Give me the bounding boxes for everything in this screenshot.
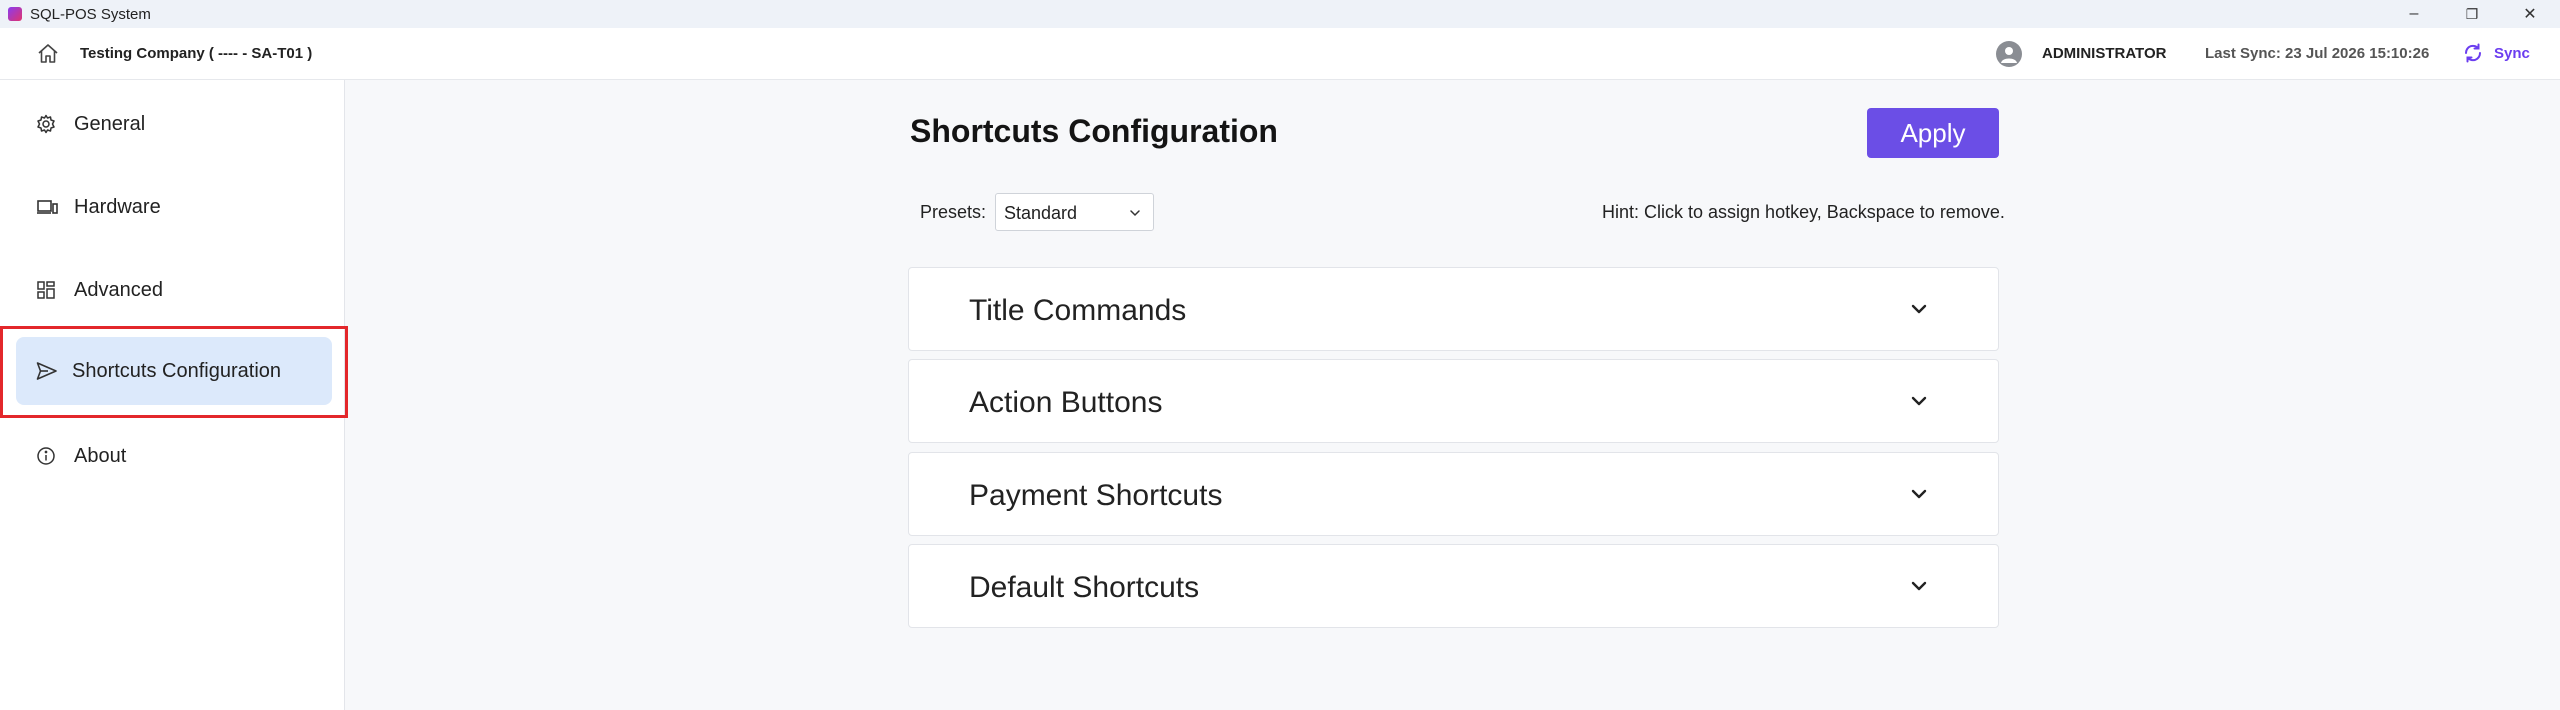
sidebar-item-label: Hardware — [74, 195, 161, 218]
window-title: SQL-POS System — [30, 6, 151, 23]
chevron-down-icon[interactable] — [1908, 575, 1930, 597]
app-logo-icon — [8, 7, 22, 21]
sidebar-item-advanced[interactable]: Advanced — [16, 256, 332, 324]
close-button[interactable]: ✕ — [2502, 0, 2558, 28]
restore-icon: ❐ — [2465, 5, 2479, 22]
laptop-icon — [36, 197, 58, 217]
section-action-buttons[interactable]: Action Buttons — [908, 359, 1999, 443]
window-titlebar: SQL-POS System – ❐ ✕ — [0, 0, 2560, 28]
section-title: Default Shortcuts — [969, 571, 1200, 604]
section-title: Action Buttons — [969, 386, 1163, 419]
minimize-button[interactable]: – — [2386, 0, 2442, 28]
sidebar-item-hardware[interactable]: Hardware — [16, 173, 332, 241]
presets-selected-value: Standard — [1004, 203, 1078, 223]
sidebar-item-label: About — [74, 444, 127, 467]
presets-label: Presets: — [920, 202, 987, 222]
section-title-commands[interactable]: Title Commands — [908, 267, 1999, 351]
section-default-shortcuts[interactable]: Default Shortcuts — [908, 544, 1999, 628]
section-title: Payment Shortcuts — [969, 479, 1223, 512]
sidebar-item-label: Advanced — [74, 278, 163, 301]
info-icon — [36, 446, 56, 466]
sidebar-item-general[interactable]: General — [16, 90, 332, 158]
avatar-icon[interactable] — [1996, 41, 2022, 67]
user-name[interactable]: ADMINISTRATOR — [2042, 45, 2166, 62]
last-sync-label: Last Sync: 23 Jul 2026 15:10:26 — [2205, 45, 2430, 62]
company-name: Testing Company ( ---- - SA-T01 ) — [80, 45, 313, 62]
close-icon: ✕ — [2523, 6, 2537, 23]
gear-icon — [36, 114, 56, 134]
chevron-down-icon — [1128, 206, 1142, 220]
page-title: Shortcuts Configuration — [910, 113, 1278, 149]
app-header: Testing Company ( ---- - SA-T01 ) ADMINI… — [0, 28, 2560, 80]
hint-text: Hint: Click to assign hotkey, Backspace … — [1602, 202, 2005, 222]
sync-button[interactable]: Sync — [2494, 45, 2530, 62]
presets-select[interactable]: Standard — [995, 193, 1154, 231]
selection-highlight — [0, 326, 348, 418]
sidebar-item-about[interactable]: About — [16, 422, 332, 490]
apply-button[interactable]: Apply — [1867, 108, 1999, 158]
home-icon[interactable] — [36, 42, 60, 66]
chevron-down-icon[interactable] — [1908, 483, 1930, 505]
section-payment-shortcuts[interactable]: Payment Shortcuts — [908, 452, 1999, 536]
chevron-down-icon[interactable] — [1908, 298, 1930, 320]
chevron-down-icon[interactable] — [1908, 390, 1930, 412]
sidebar-item-label: General — [74, 112, 146, 135]
minimize-icon: – — [2409, 5, 2419, 22]
grid-icon — [36, 280, 56, 300]
sync-icon[interactable] — [2462, 42, 2484, 64]
section-title: Title Commands — [969, 294, 1187, 327]
restore-button[interactable]: ❐ — [2444, 0, 2500, 28]
